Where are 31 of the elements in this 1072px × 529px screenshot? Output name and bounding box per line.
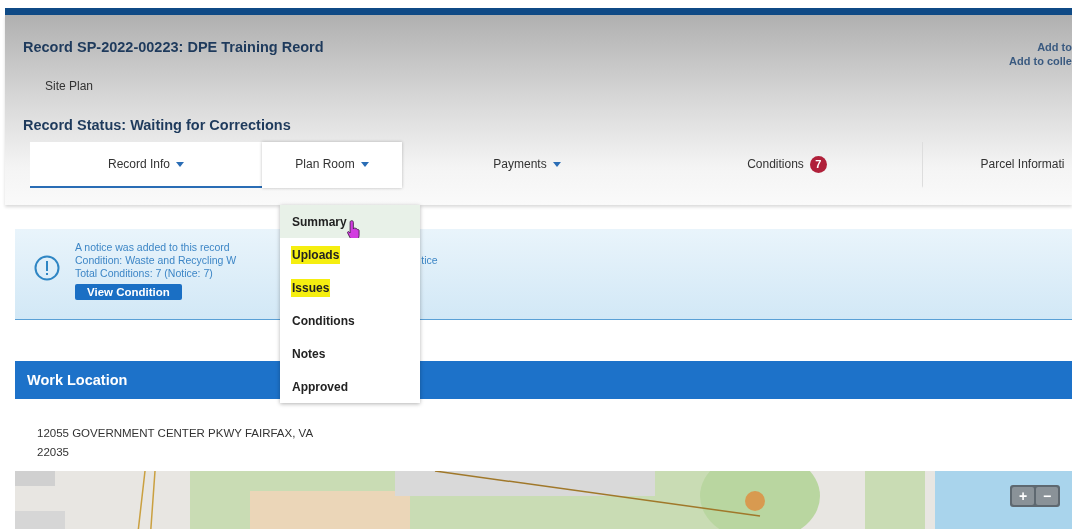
address-text: 12055 GOVERNMENT CENTER PKWY FAIRFAX, VA	[37, 426, 315, 441]
nav-tab[interactable]: Conditions 7	[652, 142, 922, 188]
menu-item[interactable]: Conditions	[280, 304, 420, 337]
notice-text: Total Conditions: 7 (Notice: 7)	[75, 267, 213, 280]
menu-item-label: Notes	[291, 345, 327, 363]
menu-item-label: Uploads	[291, 245, 341, 264]
menu-item[interactable]: Approved	[280, 370, 420, 403]
address-text: 22035	[37, 445, 70, 460]
menu-item-label: Issues	[291, 278, 331, 297]
header-link[interactable]: Add to colle	[1009, 55, 1072, 67]
notice-text: tice	[421, 254, 438, 267]
count-badge: 7	[809, 155, 827, 173]
nav-tab[interactable]: Parcel Informati	[922, 142, 1072, 188]
menu-item[interactable]: Notes	[280, 337, 420, 370]
notice-text: A notice was added to this record	[75, 241, 230, 254]
header-link[interactable]: Add to	[1037, 41, 1072, 53]
menu-item-label: Conditions	[291, 312, 356, 330]
menu-item[interactable]: Issues	[280, 271, 420, 304]
nav-tab[interactable]: Plan Room	[262, 142, 402, 188]
alert-icon	[34, 255, 60, 281]
menu-item[interactable]: Uploads	[280, 238, 420, 271]
record-type: Site Plan	[45, 79, 95, 93]
notice-text: Condition: Waste and Recycling W	[75, 254, 237, 267]
menu-item[interactable]: Summary	[280, 205, 420, 238]
record-title: Record SP-2022-00223: DPE Training Reord	[23, 39, 324, 55]
nav-tab[interactable]: Record Info	[30, 142, 262, 188]
nav-tab[interactable]: Payments	[402, 142, 652, 188]
view-condition-button[interactable]: View Condition	[75, 284, 182, 300]
menu-item-label: Summary	[291, 213, 348, 231]
record-status: Record Status: Waiting for Corrections	[23, 117, 291, 133]
menu-item-label: Approved	[291, 378, 349, 396]
